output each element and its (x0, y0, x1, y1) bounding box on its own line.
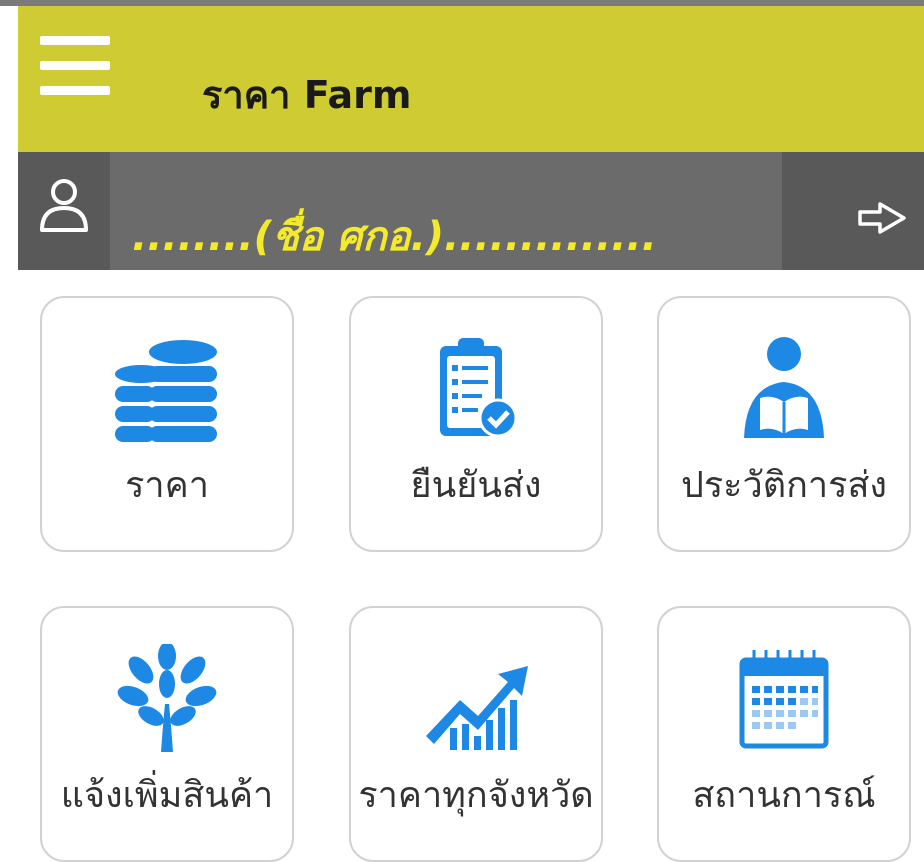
user-avatar-area (18, 152, 110, 270)
person-reading-icon (744, 337, 824, 438)
user-bar: ........(ชื่อ ศกอ.).............. (18, 152, 924, 270)
tree-icon (117, 644, 217, 752)
clipboard-check-icon (440, 338, 518, 438)
tile-delivery-history[interactable]: ประวัติการส่ง (657, 296, 911, 552)
logout-arrow-icon[interactable] (854, 198, 914, 238)
app-bar: ราคา Farm (18, 6, 924, 152)
tile-label: ราคาทุกจังหวัด (358, 775, 594, 816)
trending-up-chart-icon (426, 666, 528, 750)
tile-add-product[interactable]: แจ้งเพิ่มสินค้า (40, 606, 294, 862)
tile-confirm-delivery[interactable]: ยืนยันส่ง (349, 296, 603, 552)
tile-label: สถานการณ์ (692, 775, 876, 816)
tile-label: ยืนยันส่ง (410, 465, 542, 506)
calendar-icon (739, 650, 829, 749)
logout-area[interactable] (782, 152, 924, 270)
user-name: ........(ชื่อ ศกอ.).............. (132, 214, 657, 260)
tile-price[interactable]: ราคา (40, 296, 294, 552)
tile-label: แจ้งเพิ่มสินค้า (60, 775, 274, 816)
hamburger-menu-icon[interactable] (40, 36, 110, 96)
app-title: ราคา Farm (202, 73, 412, 117)
coins-stack-icon (115, 340, 217, 442)
tile-label: ประวัติการส่ง (680, 465, 887, 506)
user-icon (40, 179, 88, 232)
tile-all-province-prices[interactable]: ราคาทุกจังหวัด (349, 606, 603, 862)
tile-situation[interactable]: สถานการณ์ (657, 606, 911, 862)
tile-label: ราคา (125, 465, 209, 506)
